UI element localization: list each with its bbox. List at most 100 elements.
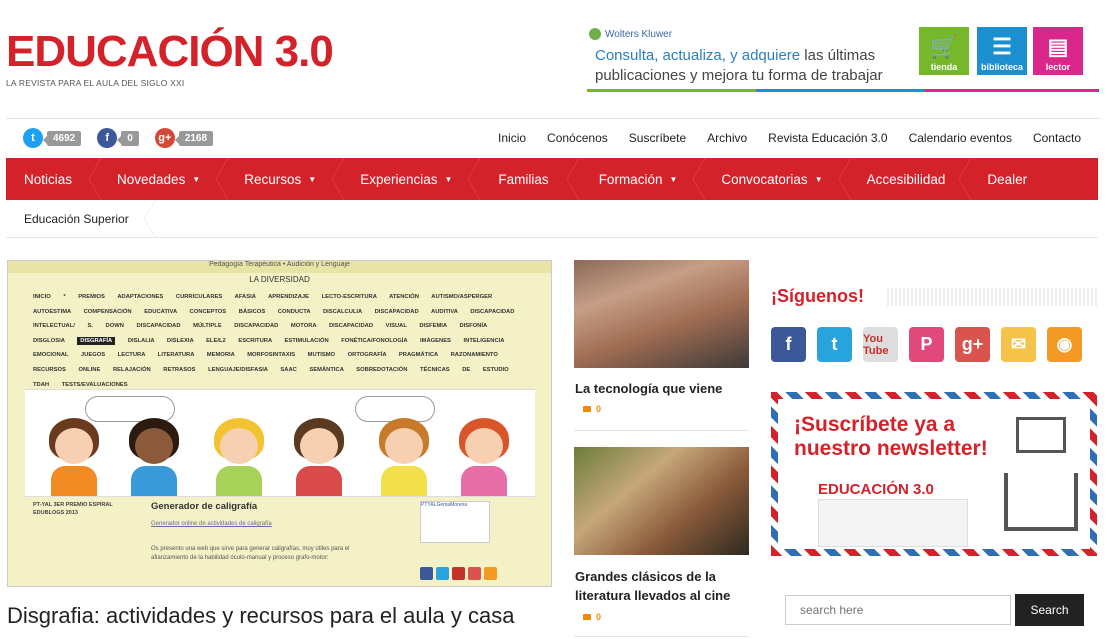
header-divider bbox=[6, 118, 1101, 119]
nav-formacion[interactable]: Formación ▼ bbox=[573, 158, 706, 200]
comment-icon bbox=[583, 406, 591, 412]
twitter-count: 4692 bbox=[42, 130, 82, 146]
child-figure bbox=[210, 410, 268, 496]
article-divider bbox=[574, 430, 749, 431]
nav-experiencias[interactable]: Experiencias ▼ bbox=[338, 158, 481, 200]
nav-dealer[interactable]: Dealer bbox=[965, 158, 1049, 200]
featured-image[interactable]: Pedagogía Terapéutica • Audición y Lengu… bbox=[7, 260, 552, 587]
mail-icon[interactable]: ✉ bbox=[1001, 327, 1036, 362]
chevron-down-icon: ▼ bbox=[308, 174, 317, 184]
subnav-educacion-superior[interactable]: Educación Superior bbox=[24, 212, 129, 226]
children-illustration bbox=[25, 389, 535, 497]
facebook-count: 0 bbox=[117, 130, 139, 146]
child-figure bbox=[125, 410, 183, 496]
banner-brand: Wolters Kluwer bbox=[589, 28, 672, 40]
nav-recursos[interactable]: Recursos ▼ bbox=[222, 158, 345, 200]
banner-lector-button[interactable]: ▤ lector bbox=[1033, 27, 1083, 75]
wolters-kluwer-logo-icon bbox=[589, 28, 601, 40]
googleplus-counter[interactable]: g+ 2168 bbox=[154, 128, 214, 148]
featured-section-title: Generador de caligrafía bbox=[151, 501, 258, 512]
facebook-icon bbox=[420, 567, 433, 580]
nav-convocatorias[interactable]: Convocatorias ▼ bbox=[699, 158, 851, 200]
featured-headline[interactable]: Disgrafia: actividades y recursos para e… bbox=[7, 603, 514, 629]
top-nav: Inicio Conócenos Suscríbete Archivo Revi… bbox=[498, 131, 1081, 145]
banner-tienda-button[interactable]: 🛒 tienda bbox=[919, 27, 969, 75]
facebook-icon[interactable]: f bbox=[771, 327, 806, 362]
inbox-tray-icon bbox=[1004, 473, 1078, 531]
follow-heading: ¡Síguenos! bbox=[771, 286, 864, 306]
child-figure bbox=[290, 410, 348, 496]
featured-award: PT-YAL 3ER PREMIO ESPIRAL EDUBLOGS 2013 bbox=[33, 502, 113, 516]
featured-lower: PT-YAL 3ER PREMIO ESPIRAL EDUBLOGS 2013 … bbox=[25, 497, 535, 586]
comment-count[interactable]: 0 bbox=[583, 612, 601, 622]
twitter-counter[interactable]: t 4692 bbox=[23, 128, 82, 148]
youtube-icon bbox=[452, 567, 465, 580]
banner-biblioteca-button[interactable]: ☰ biblioteca bbox=[977, 27, 1027, 75]
featured-section-link: Generador online de actividades de calig… bbox=[151, 521, 272, 527]
googleplus-icon[interactable]: g+ bbox=[154, 128, 175, 148]
facebook-counter[interactable]: f 0 bbox=[97, 128, 139, 148]
social-counters: t 4692 f 0 g+ 2168 bbox=[23, 128, 214, 148]
envelope-icon bbox=[1016, 417, 1066, 453]
heading-pattern bbox=[887, 288, 1097, 306]
child-figure bbox=[455, 410, 513, 496]
featured-section-text: Os presento una web que sirve para gener… bbox=[151, 546, 350, 561]
nav-noticias[interactable]: Noticias bbox=[6, 158, 102, 200]
chevron-down-icon: ▼ bbox=[814, 174, 823, 184]
child-figure bbox=[45, 410, 103, 496]
follow-icons: f t You Tube P g+ ✉ ◉ bbox=[771, 327, 1082, 362]
featured-tag-highlight: DISGRAFÍA bbox=[77, 336, 116, 345]
pinterest-icon[interactable]: P bbox=[909, 327, 944, 362]
article-thumbnail[interactable] bbox=[574, 447, 749, 555]
nav-familias[interactable]: Familias bbox=[474, 158, 579, 200]
newsletter-title: ¡Suscríbete ya a nuestro newsletter! bbox=[794, 413, 988, 460]
search-input[interactable] bbox=[785, 595, 1011, 625]
featured-top-strip: Pedagogía Terapéutica • Audición y Lengu… bbox=[8, 261, 551, 273]
youtube-icon[interactable]: You Tube bbox=[863, 327, 898, 362]
topnav-inicio[interactable]: Inicio bbox=[498, 131, 526, 145]
topnav-calendario[interactable]: Calendario eventos bbox=[909, 131, 1012, 145]
featured-profile-card: PTYALGemaMorena bbox=[420, 501, 490, 543]
facebook-icon[interactable]: f bbox=[97, 128, 118, 148]
topnav-revista[interactable]: Revista Educación 3.0 bbox=[768, 131, 887, 145]
topnav-archivo[interactable]: Archivo bbox=[707, 131, 747, 145]
googleplus-icon[interactable]: g+ bbox=[955, 327, 990, 362]
main-nav: Noticias Novedades ▼ Recursos ▼ Experienci… bbox=[6, 158, 1098, 200]
rss-icon[interactable]: ◉ bbox=[1047, 327, 1082, 362]
nav-accesibilidad[interactable]: Accesibilidad bbox=[845, 158, 972, 200]
chevron-down-icon: ▼ bbox=[444, 174, 453, 184]
child-figure bbox=[375, 410, 433, 496]
cart-icon: 🛒 bbox=[930, 34, 958, 59]
googleplus-count: 2168 bbox=[174, 130, 214, 146]
article-divider bbox=[574, 636, 749, 637]
article-title[interactable]: Grandes clásicos de la literatura llevad… bbox=[575, 567, 745, 605]
article-thumbnail[interactable] bbox=[574, 260, 749, 368]
topnav-contacto[interactable]: Contacto bbox=[1033, 131, 1081, 145]
logo-title: EDUCACIÓN 3.0 bbox=[6, 27, 334, 76]
featured-share-icons bbox=[420, 567, 497, 580]
twitter-icon[interactable]: t bbox=[817, 327, 852, 362]
logo-subtitle: LA REVISTA PARA EL AULA DEL SIGLO XXI bbox=[6, 78, 185, 88]
nav-novedades[interactable]: Novedades ▼ bbox=[95, 158, 229, 200]
search-button[interactable]: Search bbox=[1015, 594, 1084, 626]
books-icon: ☰ bbox=[992, 34, 1012, 59]
newsletter-logo: EDUCACIÓN 3.0 bbox=[818, 481, 934, 498]
comment-icon bbox=[583, 614, 591, 620]
book-open-icon: ▤ bbox=[1047, 34, 1069, 59]
sub-nav: Educación Superior bbox=[6, 200, 1098, 238]
article-title[interactable]: La tecnología que viene bbox=[575, 379, 722, 398]
site-logo[interactable]: EDUCACIÓN 3.0 LA REVISTA PARA EL AULA DE… bbox=[6, 27, 334, 89]
newsletter-banner[interactable]: ¡Suscríbete ya a nuestro newsletter! EDU… bbox=[771, 392, 1097, 556]
twitter-icon bbox=[436, 567, 449, 580]
topnav-conocenos[interactable]: Conócenos bbox=[547, 131, 608, 145]
banner-text: Consulta, actualiza, y adquiere las últi… bbox=[595, 47, 883, 84]
featured-diversity-label: LA DIVERSIDAD bbox=[249, 275, 310, 284]
subnav-separator bbox=[144, 200, 156, 238]
rss-icon bbox=[484, 567, 497, 580]
wolters-kluwer-banner[interactable]: Wolters Kluwer Consulta, actualiza, y ad… bbox=[587, 24, 1099, 92]
twitter-icon[interactable]: t bbox=[23, 128, 43, 148]
comment-count[interactable]: 0 bbox=[583, 404, 601, 414]
newsletter-magazine-preview bbox=[818, 499, 968, 547]
topnav-suscribete[interactable]: Suscríbete bbox=[629, 131, 686, 145]
googleplus-icon bbox=[468, 567, 481, 580]
